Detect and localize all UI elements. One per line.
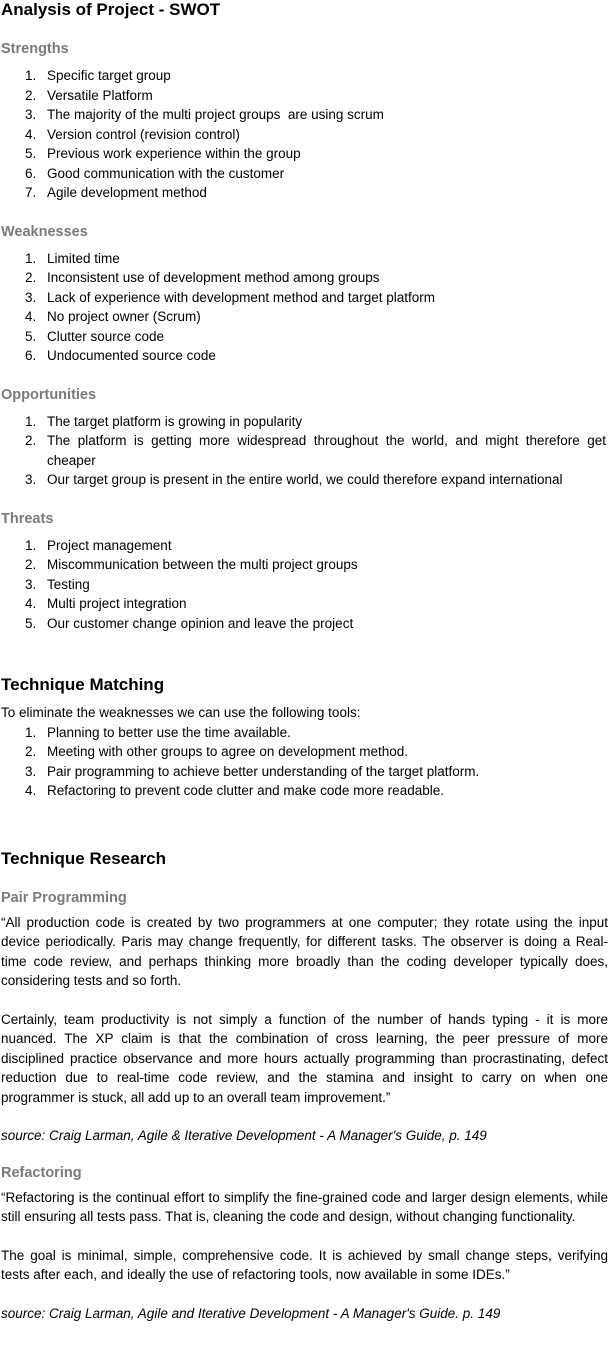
matching-list: 1. Planning to better use the time availa… [1,723,608,801]
list-item: 2. Meeting with other groups to agree on … [25,744,408,759]
list-item: 1. The target platform is growing in popu… [25,413,303,429]
list-item: 2. Miscommunication between the multi pro… [25,557,358,572]
list-item: 1. Planning to better use the time availa… [25,724,291,740]
list-item: 3. Pair programming to achieve better und… [25,763,480,779]
list-item: 6. Good communication with the customer [25,165,285,181]
document-page: Analysis of Project - SWOT Strengths 1. S… [0,0,608,1323]
list-item: 2. Versatile Platform [25,87,153,103]
list-item: 3. Our target group is present in the ent… [25,472,563,487]
list-item: 6. Undocumented source code [25,348,216,363]
refactoring-quote-1: “Refactoring is the continual effort to … [1,1189,608,1225]
list-item: 5. Previous work experience within the gr… [25,146,301,161]
weaknesses-heading: Weaknesses [1,223,88,240]
list-item: 3. Testing [25,576,90,592]
strengths-list: 1. Specific target group 2. Versatile Plat… [1,66,608,203]
pair-programming-heading: Pair Programming [1,889,127,906]
opportunities-list: 1. The target platform is growing in popu… [1,412,608,490]
page-title: Analysis of Project - SWOT [1,0,221,19]
list-item: 4. Multi project integration [25,596,187,611]
pair-programming-source: source: Craig Larman, Agile & Iterative … [1,1128,487,1143]
technique-research-heading: Technique Research [1,848,167,868]
list-item: 3. The majority of the multi project grou… [25,107,384,122]
list-item: 2. The platform is getting more widesprea… [25,433,606,468]
opportunities-heading: Opportunities [1,386,97,403]
list-item: 1. Limited time [25,250,120,266]
threats-list: 1. Project management 2. Miscommunication … [1,536,608,634]
list-item: 1. Specific target group [25,68,171,83]
refactoring-quote-2: The goal is minimal, simple, comprehensi… [1,1247,608,1283]
list-item: 2. Inconsistent use of development method… [25,270,380,285]
list-item: 4. Refactoring to prevent code clutter an… [25,783,444,798]
list-item: 4. No project owner (Scrum) [25,309,201,324]
list-item: 5. Our customer change opinion and leave … [25,615,354,631]
list-item: 3. Lack of experience with development me… [25,289,435,305]
strengths-heading: Strengths [1,41,69,57]
list-item: 4. Version control (revision control) [25,126,240,142]
pair-programming-quote-2: Certainly, team productivity is not simp… [1,1011,608,1105]
weaknesses-list: 1. Limited time 2. Inconsistent use of dev… [1,249,608,366]
list-item: 1. Project management [25,537,172,553]
technique-matching-heading: Technique Matching [1,675,165,694]
list-item: 5. Clutter source code [25,328,165,344]
list-item: 7. Agile development method [25,185,207,200]
threats-heading: Threats [1,510,54,527]
matching-intro: To eliminate the weaknesses we can use t… [1,705,361,720]
refactoring-source: source: Craig Larman, Agile and Iterativ… [1,1305,501,1321]
refactoring-heading: Refactoring [1,1164,82,1181]
pair-programming-quote-1: “All production code is created by two p… [1,914,608,989]
